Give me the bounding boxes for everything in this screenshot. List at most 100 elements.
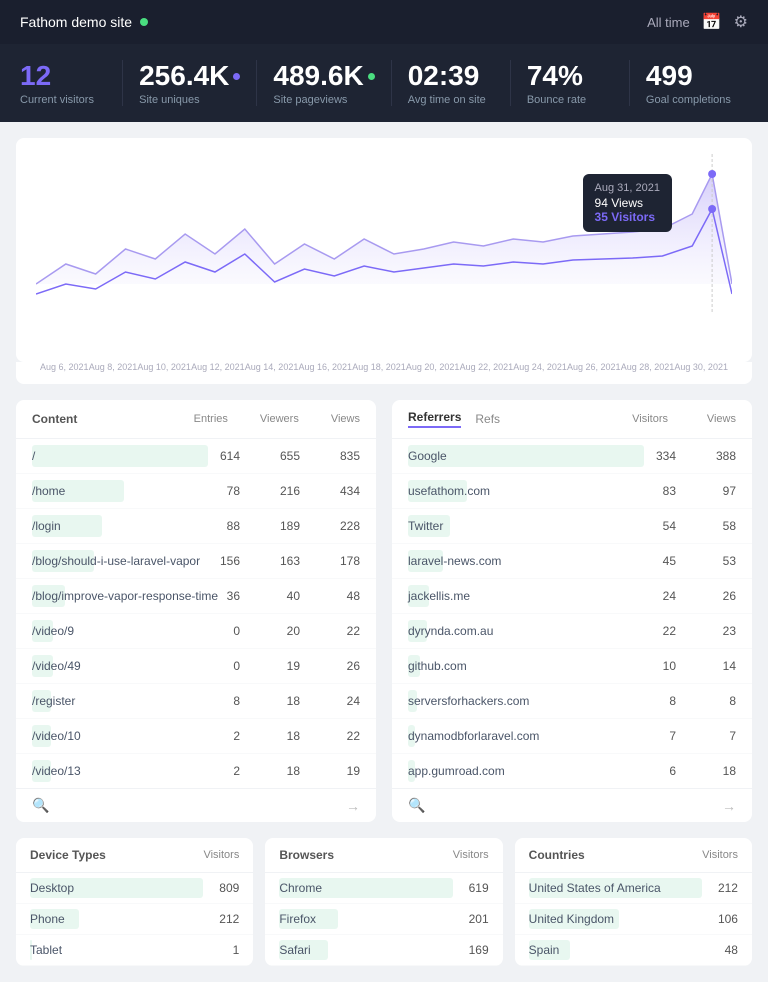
table-row[interactable]: /video/49 0 19 26 <box>16 649 376 684</box>
ref-row-label: github.com <box>408 659 467 673</box>
countries-header: Countries Visitors <box>515 838 752 873</box>
ref-row-views: 388 <box>704 449 736 463</box>
list-item[interactable]: Tablet 1 <box>16 935 253 966</box>
country-label: Spain <box>529 943 702 957</box>
content-search-icon[interactable]: 🔍 <box>32 797 49 814</box>
table-row[interactable]: /blog/improve-vapor-response-time 36 40 … <box>16 579 376 614</box>
table-row[interactable]: Twitter 54 58 <box>392 509 752 544</box>
referrers-search-icon[interactable]: 🔍 <box>408 797 425 814</box>
table-row[interactable]: /login 88 189 228 <box>16 509 376 544</box>
ref-row-label: jackellis.me <box>408 589 470 603</box>
device-visitors-header: Visitors <box>203 849 239 861</box>
content-row-views: 48 <box>328 589 360 603</box>
chart-label-3: Aug 10, 2021 <box>137 362 191 372</box>
chart-tooltip-dot-views <box>708 170 716 178</box>
ref-row-visitors: 6 <box>644 764 676 778</box>
content-row-viewers: 216 <box>268 484 300 498</box>
current-visitors-label: Current visitors <box>20 94 106 106</box>
list-item[interactable]: United States of America 212 <box>515 873 752 904</box>
device-label: Desktop <box>30 881 203 895</box>
list-item[interactable]: Desktop 809 <box>16 873 253 904</box>
table-row[interactable]: /register 8 18 24 <box>16 684 376 719</box>
ref-row-visitors: 8 <box>644 694 676 708</box>
countries-title: Countries <box>529 848 585 862</box>
content-row-viewers: 18 <box>268 764 300 778</box>
ref-row-views: 58 <box>704 519 736 533</box>
table-row[interactable]: dyrynda.com.au 22 23 <box>392 614 752 649</box>
uniques-dot <box>233 73 240 80</box>
browser-label: Safari <box>279 943 452 957</box>
content-row-label: /video/13 <box>32 764 81 778</box>
chart-label-4: Aug 12, 2021 <box>191 362 245 372</box>
list-item[interactable]: Firefox 201 <box>265 904 502 935</box>
list-item[interactable]: Phone 212 <box>16 904 253 935</box>
referrers-search-row[interactable]: 🔍 → <box>392 788 752 822</box>
site-uniques-value: 256.4K <box>139 60 229 92</box>
content-row-label: /home <box>32 484 65 498</box>
content-row-label: /login <box>32 519 61 533</box>
table-row[interactable]: app.gumroad.com 6 18 <box>392 754 752 788</box>
list-item[interactable]: Safari 169 <box>265 935 502 966</box>
table-row[interactable]: /video/10 2 18 22 <box>16 719 376 754</box>
content-rows: / 614 655 835 /home 78 216 434 /login 88… <box>16 439 376 788</box>
country-visitors: 48 <box>702 943 738 957</box>
list-item[interactable]: Spain 48 <box>515 935 752 966</box>
table-row[interactable]: Google 334 388 <box>392 439 752 474</box>
device-types-title: Device Types <box>30 848 106 862</box>
table-row[interactable]: /home 78 216 434 <box>16 474 376 509</box>
countries-visitors-header: Visitors <box>702 849 738 861</box>
chart-label-10: Aug 24, 2021 <box>513 362 567 372</box>
site-pageviews-value: 489.6K <box>273 60 363 92</box>
content-row-label: / <box>32 449 35 463</box>
ref-row-views: 53 <box>704 554 736 568</box>
content-row-views: 19 <box>328 764 360 778</box>
list-item[interactable]: Chrome 619 <box>265 873 502 904</box>
ref-row-visitors: 334 <box>644 449 676 463</box>
content-row-viewers: 189 <box>268 519 300 533</box>
content-row-viewers: 655 <box>268 449 300 463</box>
ref-row-label: serversforhackers.com <box>408 694 529 708</box>
ref-row-label: dyrynda.com.au <box>408 624 493 638</box>
chart-container: Aug 31, 2021 94 Views 35 Visitors <box>36 154 732 334</box>
tab-refs[interactable]: Refs <box>475 412 500 426</box>
tables-row: Content Entries Viewers Views / 614 655 … <box>16 400 752 822</box>
table-row[interactable]: /blog/should-i-use-laravel-vapor 156 163… <box>16 544 376 579</box>
content-next-icon[interactable]: → <box>346 798 360 814</box>
table-row[interactable]: usefathom.com 83 97 <box>392 474 752 509</box>
avg-time-label: Avg time on site <box>408 94 494 106</box>
stat-current-visitors: 12 Current visitors <box>20 60 123 106</box>
table-row[interactable]: serversforhackers.com 8 8 <box>392 684 752 719</box>
list-item[interactable]: United Kingdom 106 <box>515 904 752 935</box>
browsers-visitors-header: Visitors <box>453 849 489 861</box>
chart-tooltip-dot-visitors <box>708 205 716 213</box>
header-right: All time 📅 ⚙ <box>647 12 748 32</box>
referrers-table: Referrers Refs Visitors Views Google 334… <box>392 400 752 822</box>
content-row-label: /blog/improve-vapor-response-time <box>32 589 218 603</box>
site-pageviews-label: Site pageviews <box>273 94 374 106</box>
bounce-rate-value: 74% <box>527 60 613 92</box>
ref-row-views: 97 <box>704 484 736 498</box>
content-row-label: /register <box>32 694 75 708</box>
tab-referrers[interactable]: Referrers <box>408 410 461 428</box>
referrers-next-icon[interactable]: → <box>722 798 736 814</box>
calendar-icon[interactable]: 📅 <box>702 12 722 32</box>
country-label: United States of America <box>529 881 702 895</box>
table-row[interactable]: /video/9 0 20 22 <box>16 614 376 649</box>
ref-row-label: usefathom.com <box>408 484 490 498</box>
content-row-views: 835 <box>328 449 360 463</box>
chart-section: Aug 31, 2021 94 Views 35 Visitors <box>16 138 752 362</box>
ref-row-views: 8 <box>704 694 736 708</box>
country-visitors: 106 <box>702 912 738 926</box>
chart-label-1: Aug 6, 2021 <box>40 362 89 372</box>
table-row[interactable]: laravel-news.com 45 53 <box>392 544 752 579</box>
chart-tooltip: Aug 31, 2021 94 Views 35 Visitors <box>583 174 672 232</box>
referrers-table-header: Referrers Refs Visitors Views <box>392 400 752 439</box>
table-row[interactable]: / 614 655 835 <box>16 439 376 474</box>
settings-icon[interactable]: ⚙ <box>734 12 748 32</box>
table-row[interactable]: /video/13 2 18 19 <box>16 754 376 788</box>
table-row[interactable]: dynamodbforlaravel.com 7 7 <box>392 719 752 754</box>
content-search-row[interactable]: 🔍 → <box>16 788 376 822</box>
content-row-viewers: 163 <box>268 554 300 568</box>
table-row[interactable]: jackellis.me 24 26 <box>392 579 752 614</box>
table-row[interactable]: github.com 10 14 <box>392 649 752 684</box>
